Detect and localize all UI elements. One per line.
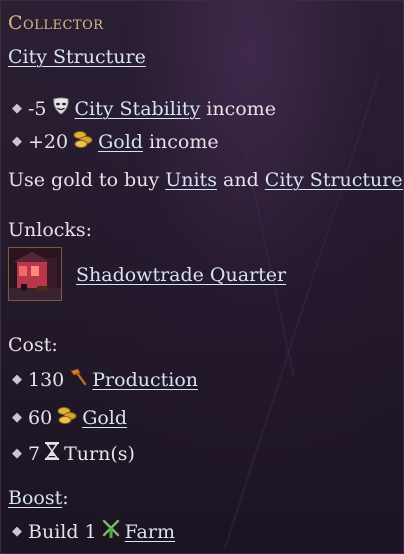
boost-text: Build 1 — [28, 521, 97, 543]
structure-tooltip: Collector City Structure ◆ -5 City Stabi… — [0, 0, 404, 554]
effect-amount: -5 — [28, 98, 47, 120]
building-image-icon — [9, 248, 61, 300]
boost-row: ◆ Build 1 Farm — [12, 519, 175, 545]
description: Use gold to buy Units and City Structure… — [8, 168, 403, 192]
gold-link[interactable]: Gold — [82, 406, 127, 430]
city-structures-link[interactable]: City Structures — [265, 169, 403, 191]
shadowtrade-quarter-link[interactable]: Shadowtrade Quarter — [76, 263, 286, 287]
cost-row-turns: ◆ 7 Turn(s) — [12, 441, 135, 467]
cost-row-gold: ◆ 60 Gold — [12, 405, 127, 431]
bullet-icon: ◆ — [12, 372, 22, 387]
description-text: Use gold to buy — [8, 169, 160, 191]
gold-coins-icon — [72, 129, 94, 155]
cost-amount: 7 — [28, 443, 41, 465]
bullet-icon: ◆ — [12, 101, 22, 116]
cost-amount: 60 — [28, 407, 53, 429]
farm-windmill-icon — [101, 519, 121, 545]
bullet-icon: ◆ — [12, 410, 22, 425]
effect-amount: +20 — [28, 131, 69, 153]
boost-heading: Boost: — [8, 486, 69, 510]
bullet-icon: ◆ — [12, 134, 22, 149]
boost-link[interactable]: Boost — [8, 487, 62, 509]
hammer-icon — [68, 367, 88, 393]
turns-label: Turn(s) — [64, 443, 135, 465]
boost-colon: : — [62, 487, 69, 509]
hourglass-icon — [44, 441, 60, 467]
production-link[interactable]: Production — [92, 368, 198, 392]
effect-row-stability: ◆ -5 City Stability income — [12, 96, 276, 122]
stability-mask-icon — [51, 96, 71, 122]
bullet-icon: ◆ — [12, 524, 22, 539]
cost-heading: Cost: — [8, 334, 58, 356]
cost-amount: 130 — [28, 369, 65, 391]
bullet-icon: ◆ — [12, 446, 22, 461]
shadowtrade-quarter-thumbnail[interactable] — [8, 247, 62, 301]
unlocks-heading: Unlocks: — [8, 219, 93, 241]
structure-title: Collector — [8, 12, 104, 34]
effect-suffix: income — [206, 98, 276, 120]
farm-link[interactable]: Farm — [125, 520, 175, 544]
city-stability-link[interactable]: City Stability — [75, 97, 201, 121]
effect-suffix: income — [148, 131, 219, 153]
units-link[interactable]: Units — [165, 169, 217, 191]
gold-link[interactable]: Gold — [98, 130, 143, 154]
effect-row-gold: ◆ +20 Gold income — [12, 129, 219, 155]
category-link[interactable]: City Structure — [8, 45, 146, 69]
cost-row-production: ◆ 130 Production — [12, 367, 198, 393]
gold-coins-icon — [56, 405, 78, 431]
description-text: and — [223, 169, 259, 191]
